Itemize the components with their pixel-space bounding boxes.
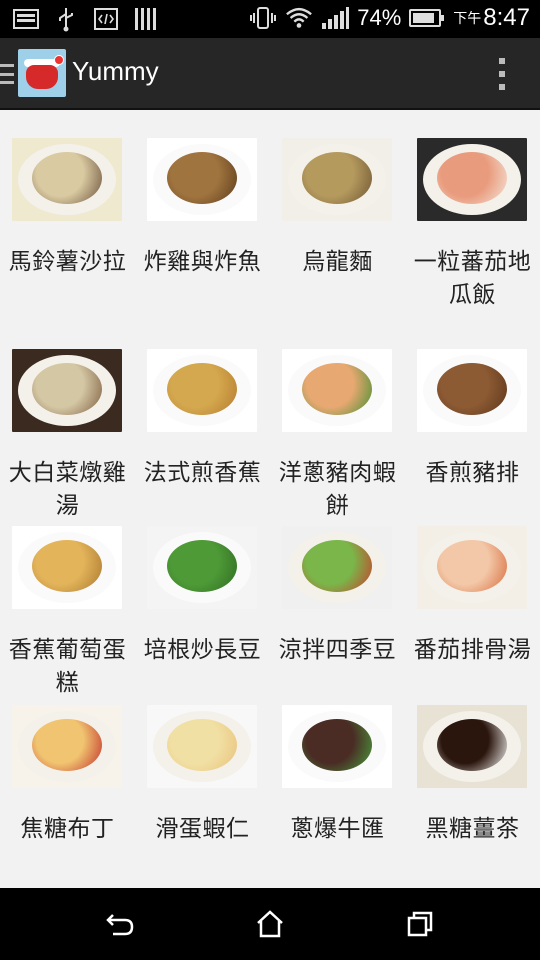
recents-icon[interactable] xyxy=(402,906,438,942)
back-icon[interactable] xyxy=(102,906,138,942)
recipe-item[interactable]: 香蕉葡萄蛋糕 xyxy=(0,526,135,716)
app-title: Yummy xyxy=(72,56,159,86)
food-shape xyxy=(302,363,372,415)
recipe-name[interactable]: 焦糖布丁 xyxy=(0,813,135,846)
recipe-name[interactable]: 番茄排骨湯 xyxy=(405,634,540,667)
recipe-image[interactable] xyxy=(12,705,122,788)
recipe-image[interactable] xyxy=(147,526,257,609)
recipe-image[interactable] xyxy=(417,705,527,788)
usb-icon xyxy=(52,6,80,32)
action-bar: Yummy xyxy=(0,38,540,110)
food-shape xyxy=(302,540,372,592)
recipe-image[interactable] xyxy=(12,526,122,609)
recipe-name[interactable]: 培根炒長豆 xyxy=(135,634,270,667)
recipe-item[interactable]: 涼拌四季豆 xyxy=(270,526,405,716)
recipe-image[interactable] xyxy=(282,526,392,609)
food-shape xyxy=(32,363,102,415)
recipe-image[interactable] xyxy=(417,349,527,432)
recipe-item[interactable]: 香煎豬排 xyxy=(405,349,540,539)
vibrate-icon xyxy=(249,5,277,31)
recipe-item[interactable]: 培根炒長豆 xyxy=(135,526,270,716)
recipe-name[interactable]: 炸雞與炸魚 xyxy=(135,246,270,279)
recipe-item[interactable]: 法式煎香蕉 xyxy=(135,349,270,539)
clock: 8:47 xyxy=(483,4,530,31)
food-shape xyxy=(32,152,102,204)
food-shape xyxy=(167,719,237,771)
recipe-item[interactable]: 黑糖薑茶 xyxy=(405,705,540,888)
drawer-icon[interactable] xyxy=(0,64,14,84)
food-shape xyxy=(437,540,507,592)
food-shape xyxy=(437,152,507,204)
recipe-item[interactable]: 一粒蕃茄地瓜飯 xyxy=(405,138,540,328)
recipe-name[interactable]: 黑糖薑茶 xyxy=(405,813,540,846)
recipe-item[interactable]: 大白菜燉雞湯 xyxy=(0,349,135,539)
recipe-name[interactable]: 烏龍麵 xyxy=(270,246,405,279)
battery-charging-icon xyxy=(409,9,445,27)
food-shape xyxy=(302,152,372,204)
recipe-name[interactable]: 涼拌四季豆 xyxy=(270,634,405,667)
food-shape xyxy=(32,540,102,592)
status-bar: 74% 下午 8:47 xyxy=(0,0,540,38)
recipe-name[interactable]: 香煎豬排 xyxy=(405,457,540,490)
recipe-image[interactable] xyxy=(147,349,257,432)
recipe-name[interactable]: 法式煎香蕉 xyxy=(135,457,270,490)
barcode-icon xyxy=(132,6,160,32)
food-shape xyxy=(167,540,237,592)
recipe-name[interactable]: 大白菜燉雞湯 xyxy=(0,457,135,523)
notification-image-icon xyxy=(12,6,40,32)
recipe-name[interactable]: 馬鈴薯沙拉 xyxy=(0,246,135,279)
recipe-image[interactable] xyxy=(417,138,527,221)
food-shape xyxy=(167,152,237,204)
recipe-image[interactable] xyxy=(282,138,392,221)
food-shape xyxy=(302,719,372,771)
food-shape xyxy=(437,363,507,415)
recipe-item[interactable]: 炸雞與炸魚 xyxy=(135,138,270,328)
recipe-item[interactable]: 馬鈴薯沙拉 xyxy=(0,138,135,328)
recipe-name[interactable]: 洋蔥豬肉蝦餅 xyxy=(270,457,405,523)
recipe-image[interactable] xyxy=(282,705,392,788)
signal-icon xyxy=(321,5,350,31)
recipe-grid[interactable]: 馬鈴薯沙拉 炸雞與炸魚 烏龍麵 一粒蕃茄地瓜飯大白菜燉雞湯 法式煎香蕉 洋蔥豬肉蝦餅 香煎豬… xyxy=(0,110,540,888)
food-shape xyxy=(437,719,507,771)
recipe-image[interactable] xyxy=(282,349,392,432)
recipe-item[interactable]: 焦糖布丁 xyxy=(0,705,135,888)
recipe-name[interactable]: 滑蛋蝦仁 xyxy=(135,813,270,846)
home-icon[interactable] xyxy=(252,906,288,942)
overflow-menu-icon[interactable] xyxy=(498,58,506,90)
recipe-name[interactable]: 蔥爆牛匯 xyxy=(270,813,405,846)
recipe-name[interactable]: 一粒蕃茄地瓜飯 xyxy=(405,246,540,312)
recipe-item[interactable]: 洋蔥豬肉蝦餅 xyxy=(270,349,405,539)
recipe-image[interactable] xyxy=(12,138,122,221)
battery-level xyxy=(413,13,434,23)
recipe-image[interactable] xyxy=(417,526,527,609)
code-icon xyxy=(92,6,120,32)
recipe-name[interactable]: 香蕉葡萄蛋糕 xyxy=(0,634,135,700)
food-shape xyxy=(32,719,102,771)
recipe-image[interactable] xyxy=(147,138,257,221)
recipe-item[interactable]: 蔥爆牛匯 xyxy=(270,705,405,888)
wifi-icon xyxy=(285,5,313,31)
recipe-item[interactable]: 番茄排骨湯 xyxy=(405,526,540,716)
recipe-item[interactable]: 烏龍麵 xyxy=(270,138,405,328)
recipe-image[interactable] xyxy=(12,349,122,432)
battery-percent: 74% xyxy=(357,5,402,30)
recipe-item[interactable]: 滑蛋蝦仁 xyxy=(135,705,270,888)
recipe-image[interactable] xyxy=(147,705,257,788)
food-shape xyxy=(167,363,237,415)
app-logo-icon[interactable] xyxy=(18,49,66,97)
time-period: 下午 xyxy=(453,11,482,27)
navigation-bar xyxy=(0,888,540,960)
